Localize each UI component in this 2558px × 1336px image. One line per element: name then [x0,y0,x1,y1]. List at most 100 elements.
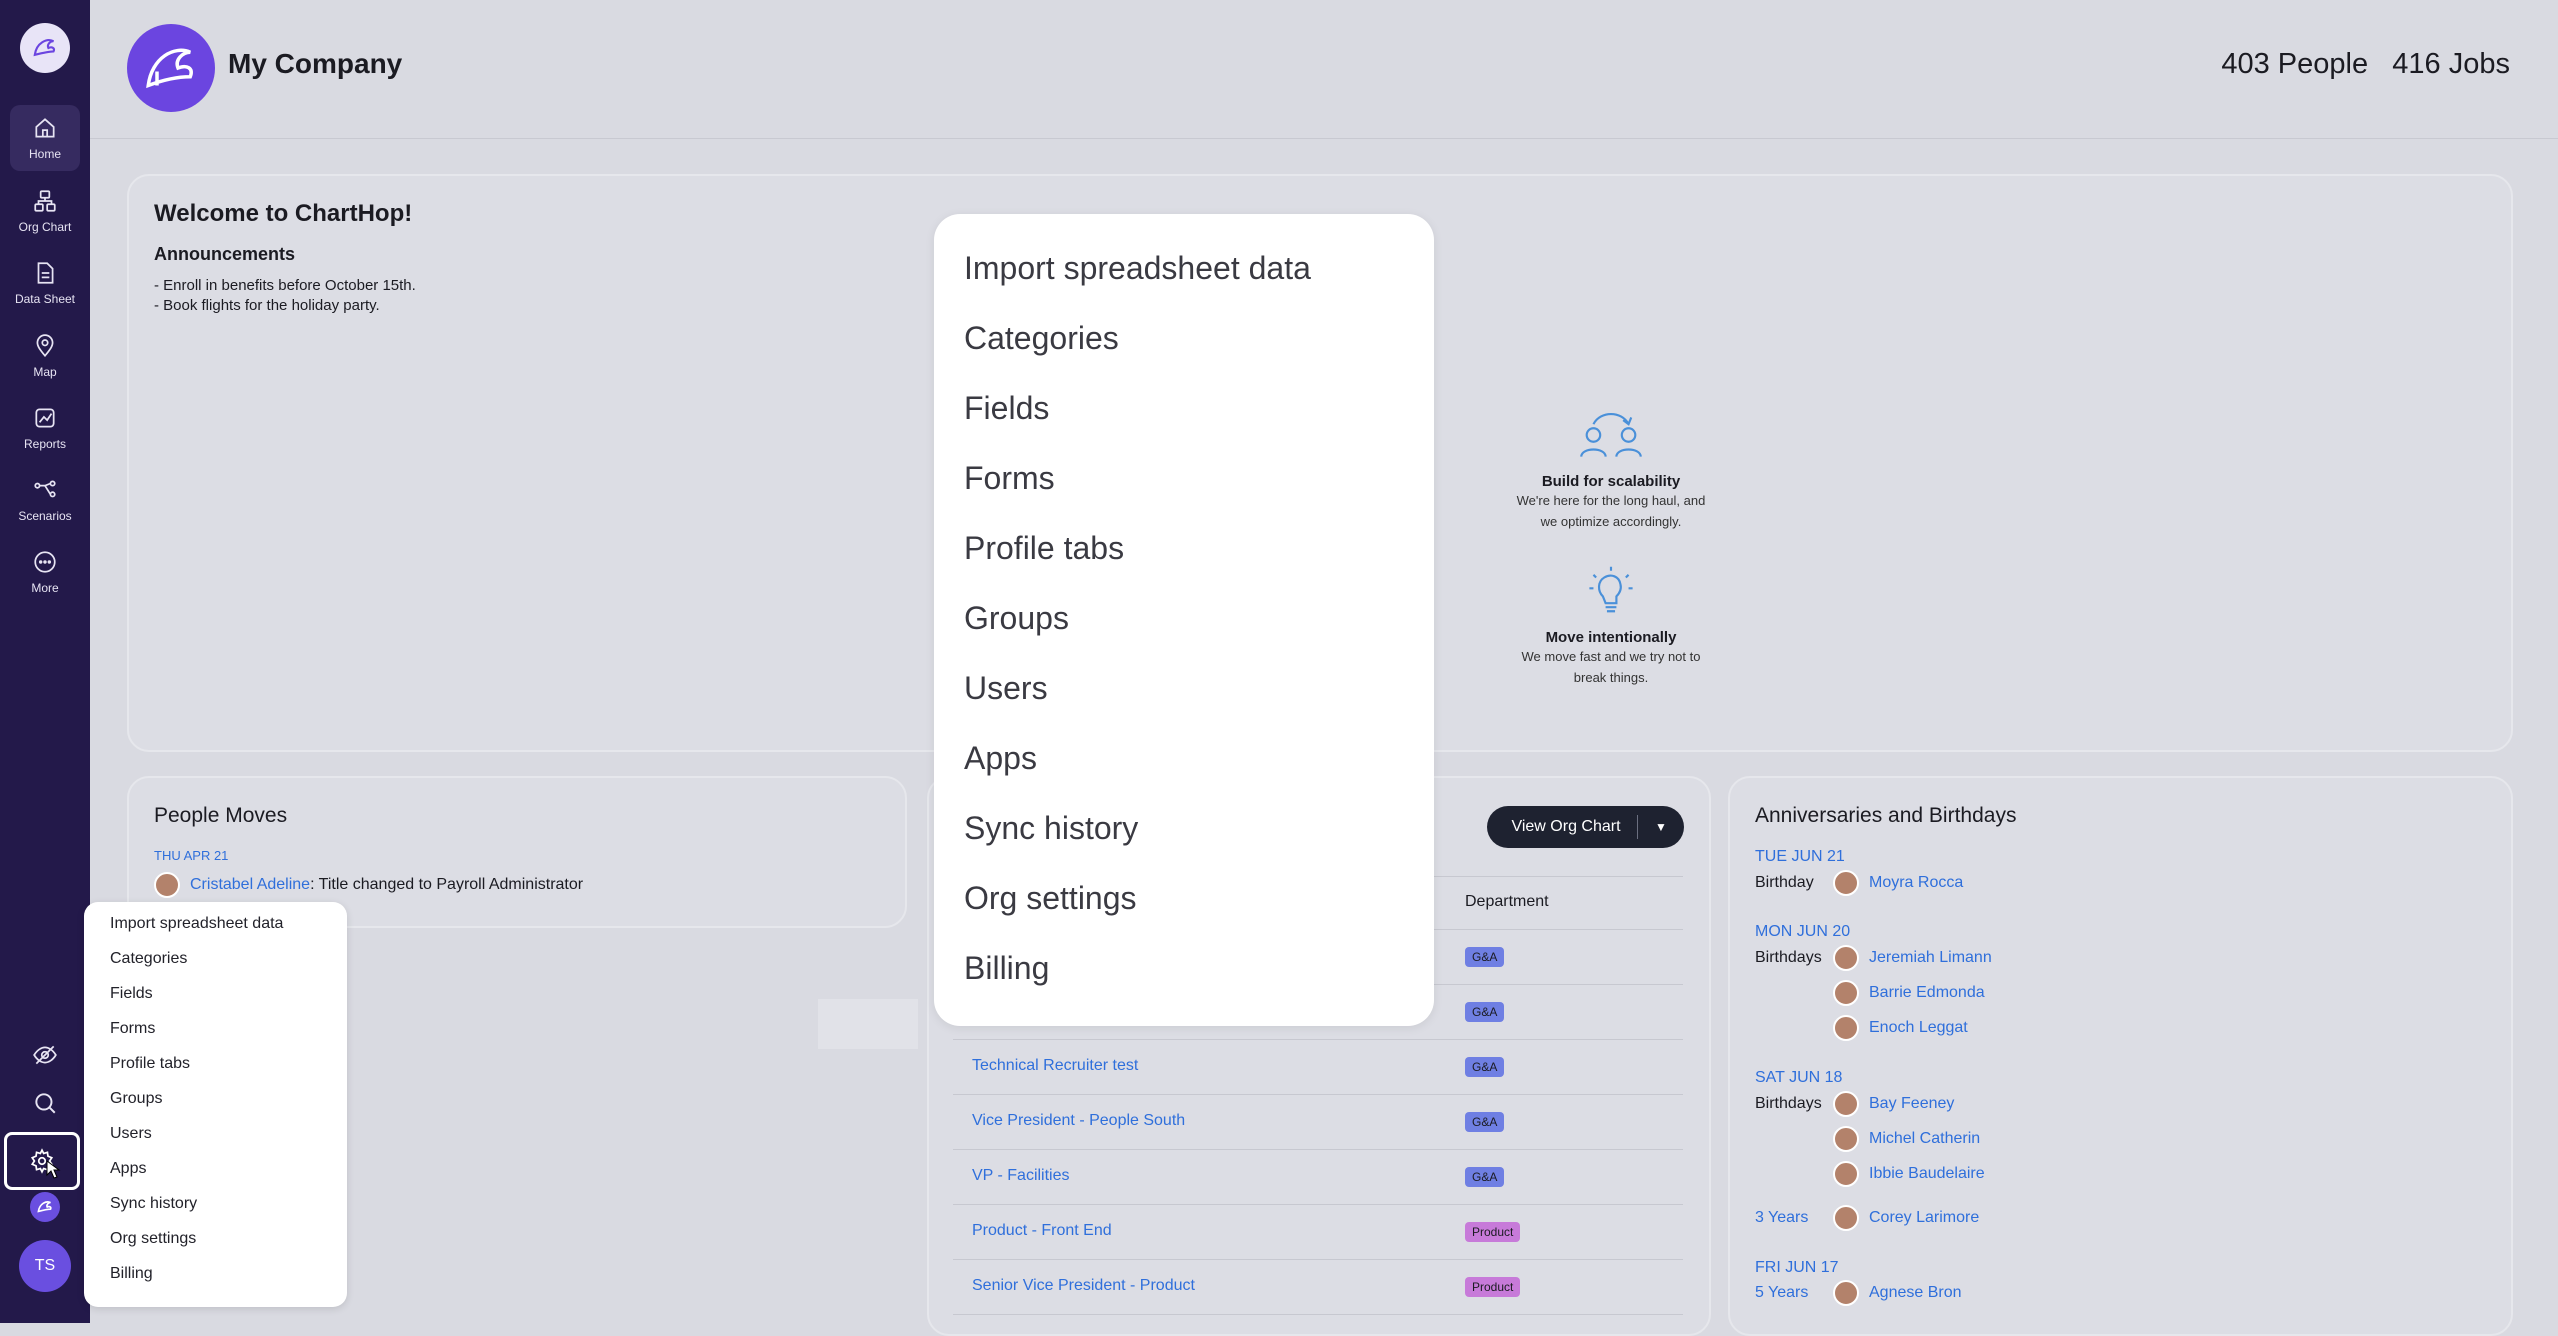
nav-org-chart[interactable]: Org Chart [10,178,80,244]
table-row[interactable]: VP - Facilities G&A [953,1150,1683,1205]
nav-map[interactable]: Map [10,323,80,389]
nav-map-label: Map [33,365,57,379]
menu-item-fields[interactable]: Fields [110,985,153,1003]
menu-item-categories[interactable]: Categories [964,320,1119,357]
person-link[interactable]: Barrie Edmonda [1869,984,1985,1001]
person-avatar [1833,945,1859,971]
menu-item-users[interactable]: Users [110,1125,152,1143]
department-badge: Product [1465,1277,1521,1297]
table-row[interactable]: Product - Front End Product [953,1205,1683,1260]
menu-item-profile-tabs[interactable]: Profile tabs [964,530,1124,567]
user-avatar[interactable]: TS [19,1240,71,1292]
table-row[interactable]: Vice President - People South G&A [953,1095,1683,1150]
nav-org-chart-label: Org Chart [18,220,72,234]
nav-home[interactable]: Home [10,105,80,171]
value-desc: We're here for the long haul, and [1516,493,1706,508]
settings-button[interactable] [4,1132,80,1190]
value-desc: we optimize accordingly. [1540,514,1682,529]
charthop-logo-icon[interactable] [20,23,70,73]
menu-item-import[interactable]: Import spreadsheet data [110,915,283,933]
org-switch-logo-icon[interactable] [30,1192,60,1222]
person-link[interactable]: Michel Catherin [1869,1130,1980,1147]
home-icon [35,118,55,138]
nav-data-sheet-label: Data Sheet [14,292,76,306]
menu-item-groups[interactable]: Groups [110,1090,162,1108]
menu-item-billing[interactable]: Billing [964,950,1049,987]
menu-item-categories[interactable]: Categories [110,950,187,968]
menu-item-users[interactable]: Users [964,670,1048,707]
person-link[interactable]: Enoch Leggat [1869,1019,1968,1036]
value-intentional: Move intentionally We move fast and we t… [1511,564,1711,688]
announcements-list: - Enroll in benefits before October 15th… [154,276,416,316]
menu-item-org-settings[interactable]: Org settings [110,1230,196,1248]
person-avatar [1833,1280,1859,1306]
person-link[interactable]: Ibbie Baudelaire [1869,1165,1985,1182]
move-row: Cristabel Adeline: Title changed to Payr… [154,872,583,898]
department-badge: G&A [1465,1002,1505,1022]
person-link[interactable]: Cristabel Adeline [190,876,310,893]
menu-item-billing[interactable]: Billing [110,1265,153,1283]
person-link[interactable]: Agnese Bron [1869,1284,1962,1301]
menu-item-sync-history[interactable]: Sync history [964,810,1138,847]
job-title-link[interactable]: Product - Front End [972,1222,1112,1240]
person-link[interactable]: Jeremiah Limann [1869,949,1992,966]
job-title-link[interactable]: Vice President - People South [972,1112,1185,1130]
person-link[interactable]: Bay Feeney [1869,1095,1954,1112]
menu-item-org-settings[interactable]: Org settings [964,880,1137,917]
value-scalability: Build for scalability We're here for the… [1511,408,1711,532]
menu-item-import[interactable]: Import spreadsheet data [964,250,1311,287]
person-link[interactable]: Moyra Rocca [1869,874,1963,891]
nav-data-sheet[interactable]: Data Sheet [10,250,80,316]
job-title-link[interactable]: VP - Facilities [972,1167,1070,1185]
table-row[interactable]: Senior Vice President - Product Product [953,1260,1683,1315]
nav-more-label: More [31,581,59,595]
anniversaries-card: Anniversaries and Birthdays TUE JUN 21 B… [1728,776,2513,1336]
dropdown-arrow-icon[interactable]: ▼ [1638,820,1684,834]
menu-item-apps[interactable]: Apps [964,740,1037,777]
header-stats: 403 People 416 Jobs [2221,48,2510,81]
department-header: Department [1465,893,1549,910]
welcome-title: Welcome to ChartHop! [154,200,413,227]
department-badge: G&A [1465,947,1505,967]
nav-reports[interactable]: Reports [10,395,80,461]
nav-scenarios-label: Scenarios [18,509,72,523]
department-badge: Product [1465,1222,1521,1242]
table-row[interactable]: Technical Recruiter test G&A [953,1040,1683,1095]
announcement-item: - Book flights for the holiday party. [154,297,380,314]
department-badge: G&A [1465,1167,1505,1187]
job-title-link[interactable]: Senior Vice President - Product [972,1277,1195,1295]
nav-scenarios[interactable]: Scenarios [10,467,80,533]
menu-item-apps[interactable]: Apps [110,1160,146,1178]
department-badge: G&A [1465,1112,1505,1132]
birthdays-label: Birthdays [1755,949,1822,967]
company-logo-icon [127,24,215,112]
lightbulb-icon [1589,566,1633,613]
announcement-item: - Enroll in benefits before October 15th… [154,277,416,294]
people-label: People [2277,48,2369,80]
announcements-title: Announcements [154,244,296,264]
menu-item-fields[interactable]: Fields [964,390,1049,427]
settings-menu: Import spreadsheet data Categories Field… [84,902,347,1307]
person-avatar [154,872,180,898]
job-title-link[interactable]: Technical Recruiter test [972,1057,1138,1075]
menu-item-forms[interactable]: Forms [110,1020,155,1038]
value-title: Build for scalability [1541,473,1681,490]
anniv-row: Birthdays Jeremiah Limann [1755,945,1992,971]
people-arrow-icon [1580,413,1642,457]
drag-ghost [818,999,918,1049]
menu-item-profile-tabs[interactable]: Profile tabs [110,1055,190,1073]
sidebar: Home Org Chart Data Sheet Map Reports Sc… [0,0,90,1323]
anniv-row: Birthday Moyra Rocca [1755,870,1963,896]
person-link[interactable]: Corey Larimore [1869,1209,1979,1226]
anniv-date: TUE JUN 21 [1755,848,1845,865]
view-org-chart-button[interactable]: View Org Chart ▼ [1487,806,1684,848]
menu-item-groups[interactable]: Groups [964,600,1069,637]
nav-more[interactable]: More [10,539,80,605]
hide-eye-icon[interactable] [25,1035,65,1075]
menu-item-forms[interactable]: Forms [964,460,1055,497]
menu-item-sync-history[interactable]: Sync history [110,1195,197,1213]
anniv-date: MON JUN 20 [1755,923,1851,940]
anniv-row: 3 Years Corey Larimore [1755,1205,1979,1231]
search-icon[interactable] [25,1083,65,1123]
department-badge: G&A [1465,1057,1505,1077]
